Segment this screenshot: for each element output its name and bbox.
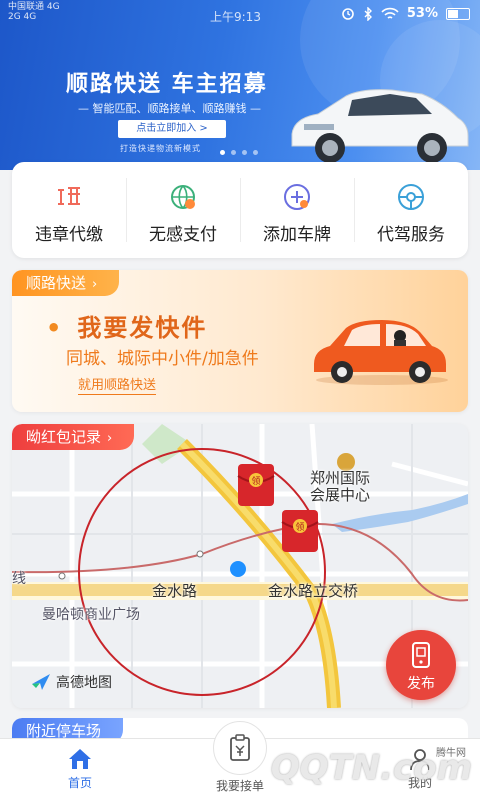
delivery-card[interactable]: 顺路快送 › • 我要发快件 同城、城际中小件/加急件 就用顺路快送 bbox=[12, 270, 468, 412]
status-bar: 中国联通 4G 2G 4G 上午9:13 53% bbox=[0, 0, 480, 30]
service-add-plate[interactable]: 添加车牌 bbox=[240, 162, 354, 258]
phone-icon bbox=[412, 642, 430, 668]
order-clipboard-icon bbox=[230, 734, 250, 761]
white-car-image bbox=[291, 89, 469, 163]
chauffeur-icon bbox=[398, 184, 424, 210]
delivery-link[interactable]: 就用顺路快送 bbox=[78, 374, 157, 395]
join-now-button[interactable]: 点击立即加入 > bbox=[118, 120, 226, 138]
svg-text:领: 领 bbox=[295, 521, 304, 533]
service-label: 无感支付 bbox=[149, 225, 217, 245]
map-label-edge: 线 bbox=[12, 571, 26, 587]
banner-title: 顺路快送 车主招募 bbox=[66, 72, 268, 97]
service-label: 添加车牌 bbox=[263, 225, 331, 245]
nav-home-label: 首页 bbox=[67, 776, 92, 790]
chevron-right-icon: › bbox=[92, 277, 98, 292]
home-icon bbox=[69, 749, 91, 769]
alarm-icon bbox=[342, 7, 354, 20]
promo-banner[interactable]: 中国联通 4G 2G 4G 上午9:13 53% 顺路快送 车主招募 — 智能匹… bbox=[0, 0, 480, 170]
amap-logo-icon bbox=[32, 674, 50, 690]
nav-home[interactable]: 首页 bbox=[40, 747, 120, 791]
service-label: 违章代缴 bbox=[35, 225, 103, 245]
bluetooth-icon bbox=[364, 6, 372, 21]
delivery-subtitle: 同城、城际中小件/加急件 bbox=[66, 349, 259, 369]
svg-text:领: 领 bbox=[251, 475, 260, 487]
red-packet-marker[interactable]: 领 bbox=[281, 510, 319, 552]
battery-icon bbox=[446, 7, 470, 20]
service-violation-pay[interactable]: 违章代缴 bbox=[12, 162, 126, 258]
red-packet-marker[interactable]: 领 bbox=[237, 464, 275, 506]
service-senseless-pay[interactable]: 无感支付 bbox=[126, 162, 240, 258]
banner-subtitle: — 智能匹配、顺路接单、顺路赚钱 — bbox=[78, 102, 261, 115]
chevron-right-icon: › bbox=[107, 431, 113, 446]
publish-label: 发布 bbox=[407, 676, 435, 692]
senseless-pay-icon bbox=[171, 185, 195, 209]
service-chauffeur[interactable]: 代驾服务 bbox=[354, 162, 468, 258]
banner-footer: 打造快递物流新模式 bbox=[120, 144, 201, 153]
red-packet-tag[interactable]: 呦红包记录 › bbox=[12, 424, 135, 450]
delivery-title: • 我要发快件 bbox=[46, 314, 208, 342]
publish-button[interactable]: 发布 bbox=[386, 630, 456, 700]
map-label-convention: 郑州国际 会展中心 bbox=[310, 469, 371, 504]
map-provider: 高德地图 bbox=[30, 672, 112, 692]
map-label-road: 金水路 bbox=[152, 582, 198, 600]
orange-car-image bbox=[314, 320, 448, 385]
service-label: 代驾服务 bbox=[377, 225, 445, 245]
services-card: 违章代缴 无感支付 添加车牌 代驾服务 bbox=[12, 162, 468, 258]
map-label-bridge: 金水路立交桥 bbox=[268, 582, 359, 600]
take-order-button[interactable] bbox=[213, 721, 267, 775]
wifi-icon bbox=[381, 7, 399, 19]
site-watermark: QQTN.com 腾牛网 bbox=[270, 748, 472, 788]
red-packet-map-card[interactable]: 领 领 呦红包记录 › 郑州国际 会展中心 金水路 金水路立交桥 曼哈顿商业广场 … bbox=[12, 424, 468, 708]
violation-pay-icon bbox=[58, 187, 80, 205]
carousel-dots bbox=[220, 150, 258, 155]
delivery-tag[interactable]: 顺路快送 › bbox=[12, 270, 120, 296]
map-label-mall: 曼哈顿商业广场 bbox=[42, 607, 140, 623]
carousel-dot[interactable] bbox=[220, 150, 225, 155]
battery-percent: 53% bbox=[406, 6, 438, 21]
carousel-dot[interactable] bbox=[231, 150, 236, 155]
carrier-text: 中国联通 4G 2G 4G bbox=[8, 2, 60, 22]
add-plate-icon bbox=[284, 184, 310, 210]
status-time: 上午9:13 bbox=[210, 10, 261, 24]
carousel-dot[interactable] bbox=[242, 150, 247, 155]
carousel-dot[interactable] bbox=[253, 150, 258, 155]
